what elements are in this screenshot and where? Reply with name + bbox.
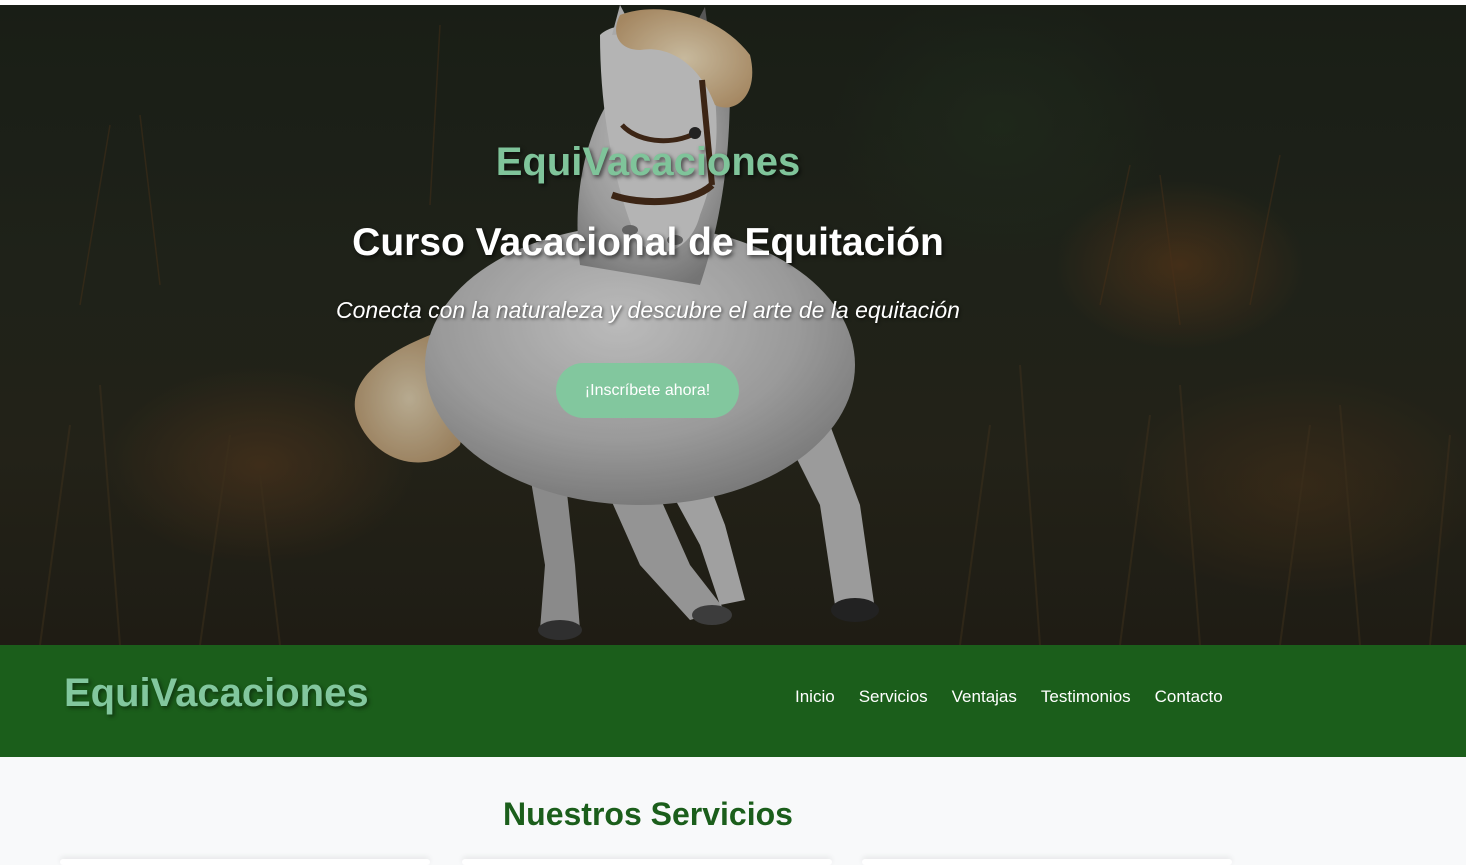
nav-links: Inicio Servicios Ventajas Testimonios Co… — [783, 687, 1235, 707]
services-title: Nuestros Servicios — [503, 796, 793, 832]
nav-link-testimonios[interactable]: Testimonios — [1029, 687, 1143, 707]
hero-subtitle: Conecta con la naturaleza y descubre el … — [336, 297, 960, 323]
service-card — [462, 859, 832, 865]
service-card — [60, 859, 430, 865]
hero-content: EquiVacaciones Curso Vacacional de Equit… — [0, 5, 1296, 645]
hero-section: EquiVacaciones Curso Vacacional de Equit… — [0, 5, 1466, 645]
enroll-button[interactable]: ¡Inscríbete ahora! — [556, 363, 739, 418]
nav-brand-logo[interactable]: EquiVacaciones — [64, 671, 369, 716]
hero-title: Curso Vacacional de Equitación — [352, 221, 944, 264]
navbar: EquiVacaciones Inicio Servicios Ventajas… — [0, 645, 1466, 757]
service-card — [862, 859, 1232, 865]
nav-link-servicios[interactable]: Servicios — [847, 687, 940, 707]
hero-brand: EquiVacaciones — [495, 140, 801, 184]
nav-link-inicio[interactable]: Inicio — [783, 687, 847, 707]
nav-link-contacto[interactable]: Contacto — [1143, 687, 1235, 707]
services-section: Nuestros Servicios — [0, 757, 1466, 865]
nav-link-ventajas[interactable]: Ventajas — [940, 687, 1029, 707]
